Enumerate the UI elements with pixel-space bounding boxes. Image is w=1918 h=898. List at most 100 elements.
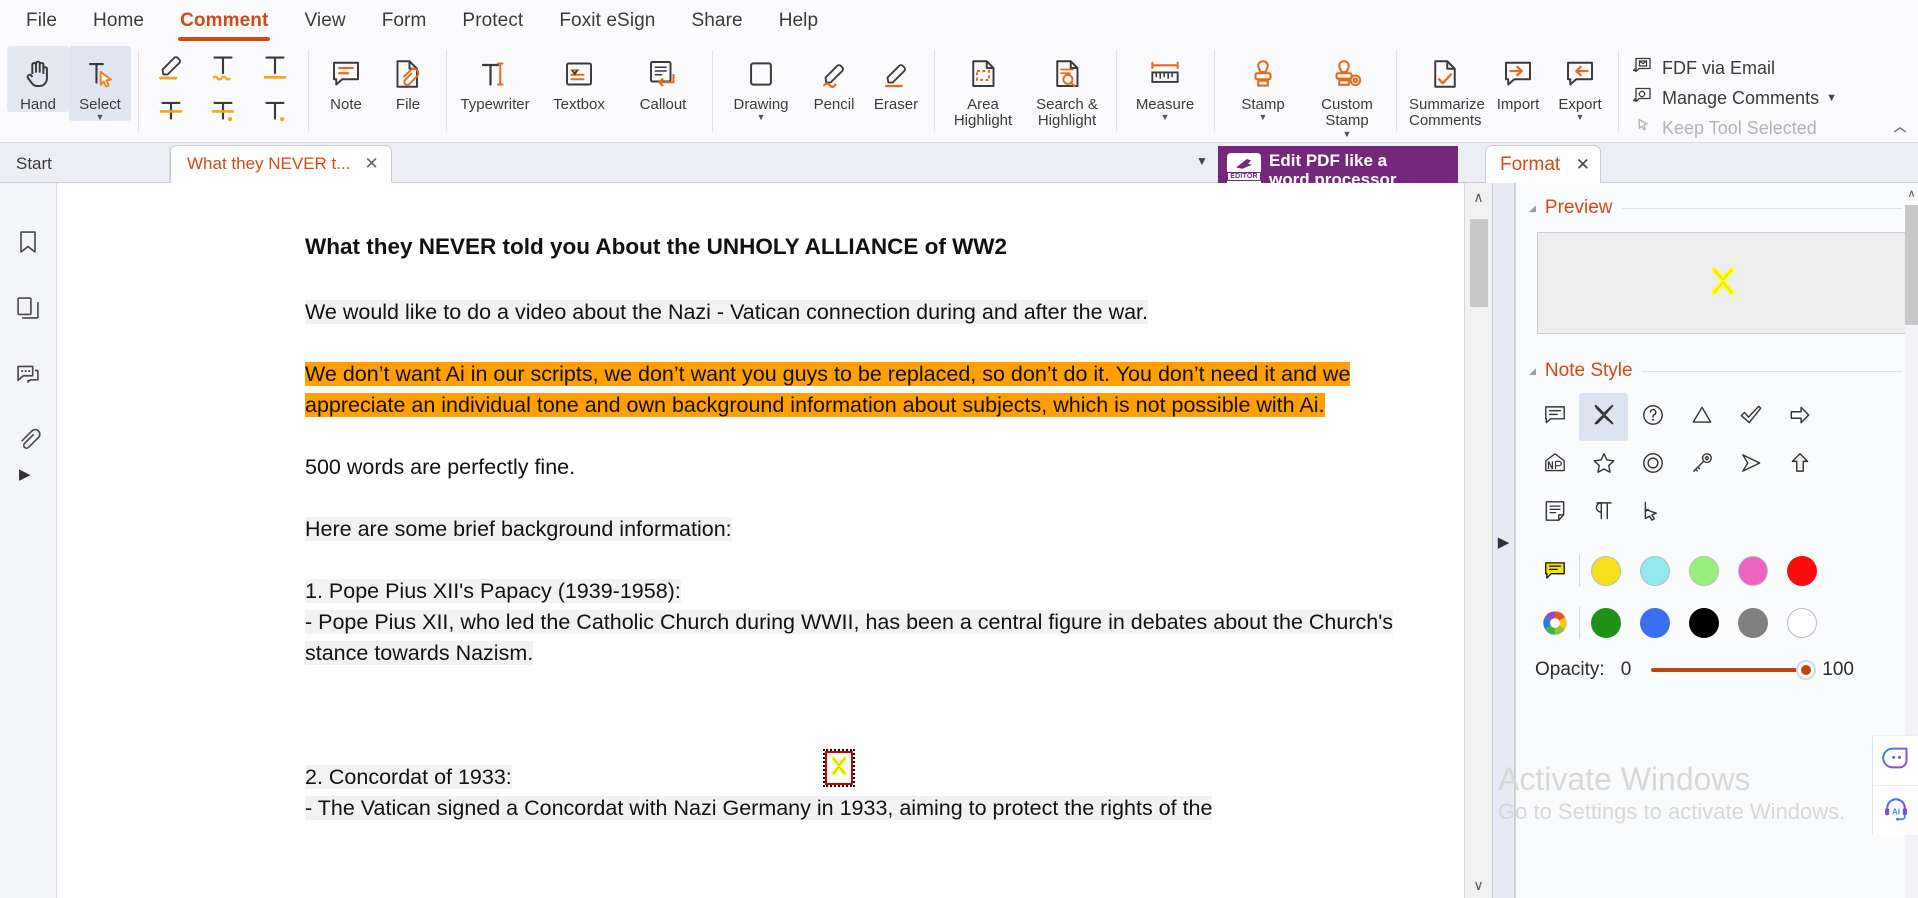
- color-swatch[interactable]: [1738, 608, 1768, 638]
- select-tool-button[interactable]: Select ▼: [69, 46, 131, 122]
- tab-format[interactable]: Format ✕: [1485, 145, 1601, 183]
- note-style-triangle-icon-button[interactable]: [1677, 393, 1726, 441]
- color-swatch[interactable]: [1591, 608, 1621, 638]
- note-style-star-icon-button[interactable]: [1579, 441, 1628, 489]
- note-style-note-page-icon-button[interactable]: [1530, 489, 1579, 537]
- scroll-up-icon[interactable]: ∧: [1473, 183, 1483, 212]
- note-tool-button[interactable]: Note: [315, 46, 377, 112]
- color-swatch[interactable]: [1640, 556, 1670, 586]
- chat-bubble-button[interactable]: [1872, 735, 1918, 785]
- menu-item-home[interactable]: Home: [75, 4, 162, 38]
- menu-item-file[interactable]: File: [8, 4, 75, 38]
- insert-text-tool-button[interactable]: [249, 90, 301, 134]
- menu-item-form[interactable]: Form: [364, 4, 445, 38]
- chevron-right-icon[interactable]: ▶: [1498, 533, 1510, 551]
- menu-item-view[interactable]: View: [286, 4, 363, 38]
- note-style-new-paragraph-icon-button[interactable]: [1530, 441, 1579, 489]
- chevron-down-icon[interactable]: ▼: [1259, 113, 1268, 122]
- note-style-insert-cursor-icon-button[interactable]: [1628, 489, 1677, 537]
- note-style-cross-icon-button[interactable]: [1579, 393, 1628, 441]
- close-icon[interactable]: ✕: [1576, 155, 1590, 175]
- file-attach-tool-button[interactable]: File: [377, 46, 439, 112]
- panel-scrollbar-thumb[interactable]: [1905, 205, 1918, 325]
- menu-item-protect[interactable]: Protect: [444, 4, 541, 38]
- export-comments-button[interactable]: Export ▼: [1549, 46, 1611, 122]
- note-style-circle-icon-button[interactable]: [1628, 441, 1677, 489]
- note-style-key-icon-button[interactable]: [1677, 441, 1726, 489]
- callout-tool-label: Callout: [639, 96, 687, 113]
- color-swatch[interactable]: [1738, 556, 1768, 586]
- scroll-down-icon[interactable]: ∨: [1473, 871, 1483, 898]
- color-swatch[interactable]: [1689, 608, 1719, 638]
- sidebar-item-bookmarks[interactable]: [0, 211, 57, 277]
- sidebar-item-page-thumbnails[interactable]: [0, 277, 57, 343]
- ai-assistant-button[interactable]: AI: [1872, 785, 1918, 835]
- replace-text-tool-button[interactable]: [197, 90, 249, 134]
- opacity-slider[interactable]: [1651, 660, 1817, 680]
- callout-tool-button[interactable]: Callout: [621, 46, 705, 112]
- panel-scroll-up-icon[interactable]: ∧: [1905, 187, 1918, 200]
- chevron-down-icon[interactable]: ▼: [1576, 113, 1585, 122]
- keep-tool-selected-button[interactable]: Keep Tool Selected: [1625, 113, 1842, 143]
- typewriter-tool-button[interactable]: Typewriter: [453, 46, 537, 112]
- import-comments-button[interactable]: Import: [1487, 46, 1549, 112]
- chevron-down-icon[interactable]: ▼: [1196, 154, 1208, 168]
- chevron-down-icon[interactable]: ▼: [1826, 92, 1837, 104]
- ribbon-collapse-button[interactable]: [1892, 124, 1908, 138]
- sidebar-item-comments[interactable]: [0, 343, 57, 409]
- stamp-tool-button[interactable]: Stamp ▼: [1221, 46, 1305, 122]
- note-style-help-icon-button[interactable]: [1628, 393, 1677, 441]
- panel-expand-strip[interactable]: ▶: [1493, 183, 1515, 898]
- color-swatch[interactable]: [1787, 608, 1817, 638]
- menu-item-comment[interactable]: Comment: [162, 4, 286, 41]
- drawing-tool-button[interactable]: Drawing ▼: [719, 46, 803, 122]
- menu-item-help[interactable]: Help: [761, 4, 836, 38]
- navigation-expand-button[interactable]: ▶: [19, 465, 31, 483]
- chevron-down-icon[interactable]: ▼: [757, 113, 766, 122]
- tab-document[interactable]: What they NEVER t... ✕: [170, 145, 392, 183]
- collapse-twisty-icon[interactable]: ◢: [1529, 366, 1536, 377]
- underline-tool-button[interactable]: [249, 46, 301, 90]
- opacity-slider-handle[interactable]: [1796, 660, 1817, 680]
- color-swatch[interactable]: [1591, 556, 1621, 586]
- note-style-comment-icon-button[interactable]: [1530, 393, 1579, 441]
- document-scrollbar[interactable]: ∧ ∨: [1464, 183, 1492, 898]
- collapse-twisty-icon[interactable]: ◢: [1529, 203, 1536, 214]
- hand-tool-button[interactable]: Hand: [7, 46, 69, 112]
- measure-tool-button[interactable]: Measure ▼: [1123, 46, 1207, 122]
- note-style-right-arrow-icon-button[interactable]: [1775, 393, 1824, 441]
- search-highlight-tool-button[interactable]: Search & Highlight: [1025, 46, 1109, 129]
- chevron-down-icon[interactable]: ▼: [96, 113, 105, 122]
- color-wheel-icon[interactable]: [1530, 609, 1579, 637]
- tab-start[interactable]: Start: [0, 146, 170, 182]
- summarize-comments-button[interactable]: Summarize Comments: [1403, 46, 1487, 129]
- menu-item-share[interactable]: Share: [673, 4, 760, 38]
- eraser-tool-button[interactable]: Eraser: [865, 46, 927, 112]
- area-highlight-tool-button[interactable]: Area Highlight: [941, 46, 1025, 129]
- note-style-chevron-right-icon-button[interactable]: [1726, 441, 1775, 489]
- cross-stamp-annotation[interactable]: [823, 749, 855, 787]
- close-icon[interactable]: ✕: [364, 154, 378, 174]
- note-style-up-arrow-icon-button[interactable]: [1775, 441, 1824, 489]
- note-style-paragraph-icon-button[interactable]: [1579, 489, 1628, 537]
- color-swatch[interactable]: [1640, 608, 1670, 638]
- color-swatch[interactable]: [1787, 556, 1817, 586]
- highlight-tool-button[interactable]: [145, 46, 197, 90]
- divider: [1579, 555, 1580, 587]
- scrollbar-thumb[interactable]: [1469, 219, 1488, 307]
- note-style-checkmark-icon-button[interactable]: [1726, 393, 1775, 441]
- chevron-down-icon[interactable]: ▼: [1343, 130, 1352, 139]
- chevron-down-icon[interactable]: ▼: [1161, 113, 1170, 122]
- export-icon: [1562, 52, 1598, 96]
- document-paragraph-highlighted[interactable]: We don’t want Ai in our scripts, we don’…: [305, 359, 1404, 421]
- strikeout-tool-button[interactable]: [145, 90, 197, 134]
- textbox-tool-button[interactable]: Textbox: [537, 46, 621, 112]
- ribbon-group-notes: Note File: [308, 42, 446, 142]
- color-swatch[interactable]: [1689, 556, 1719, 586]
- manage-comments-button[interactable]: Manage Comments ▼: [1625, 83, 1842, 113]
- pencil-tool-button[interactable]: Pencil: [803, 46, 865, 112]
- menu-item-foxit-esign[interactable]: Foxit eSign: [541, 4, 673, 38]
- fdf-via-email-button[interactable]: FDF via Email: [1625, 53, 1842, 83]
- custom-stamp-tool-button[interactable]: Custom Stamp ▼: [1305, 46, 1389, 139]
- squiggly-underline-tool-button[interactable]: [197, 46, 249, 90]
